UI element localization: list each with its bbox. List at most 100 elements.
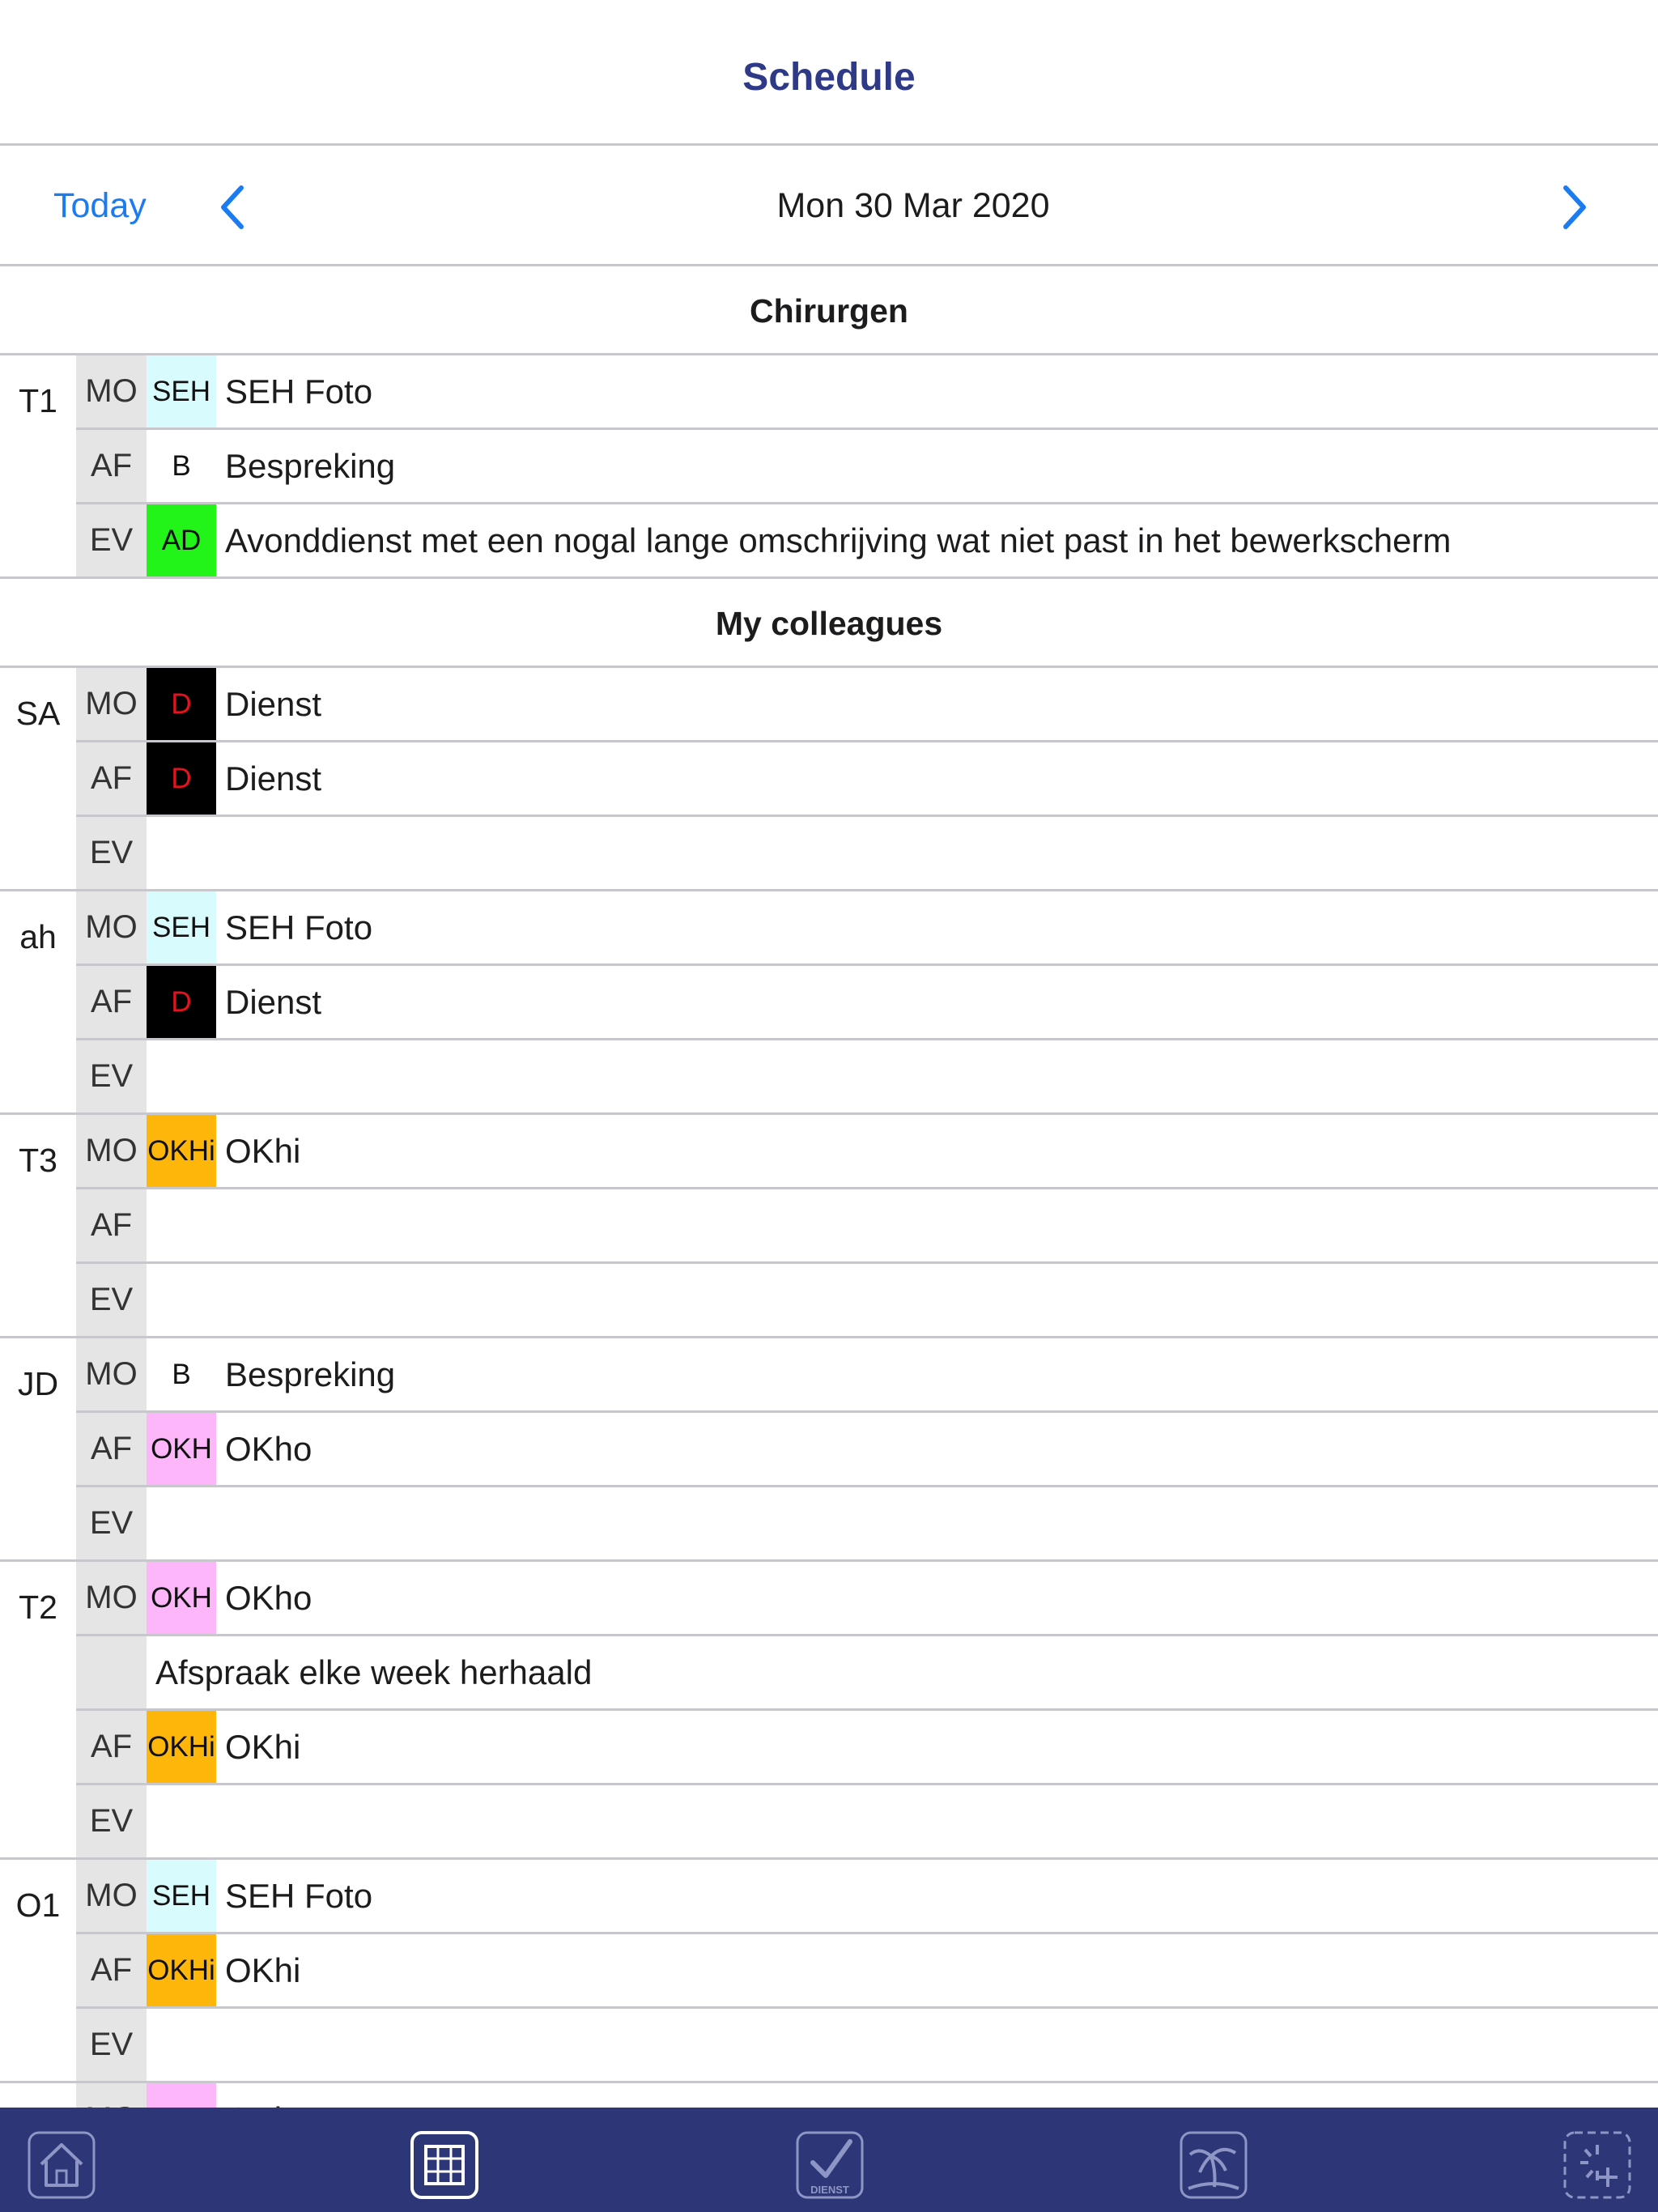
- day-part-label: EV: [76, 817, 147, 889]
- shift-row[interactable]: MOOKHOKho: [76, 1562, 1658, 1636]
- shift-code-badge: SEH: [147, 1860, 216, 1932]
- shift-description: OKho: [225, 1579, 312, 1617]
- day-part-label: MO: [76, 355, 147, 428]
- vacation-tab[interactable]: [1179, 2130, 1248, 2200]
- add-event-tab[interactable]: [1562, 2130, 1632, 2200]
- shift-description: [216, 817, 225, 889]
- person-initials: ah: [19, 918, 57, 955]
- shift-code-badge: B: [147, 430, 216, 502]
- home-tab[interactable]: [27, 2130, 96, 2200]
- day-part-label: AF: [76, 1413, 147, 1485]
- grid-icon: [410, 2131, 478, 2199]
- shift-code-badge: SEH: [147, 355, 216, 428]
- day-part-label: MO: [76, 668, 147, 740]
- date-navigation-bar: Today Mon 30 Mar 2020: [0, 146, 1658, 266]
- person-initials: T2: [19, 1589, 57, 1626]
- appointment-note: Afspraak elke week herhaald: [155, 1653, 593, 1691]
- shift-code-badge: [147, 817, 216, 889]
- shift-description: OKhi: [225, 1951, 301, 1989]
- shift-code-badge: D: [147, 668, 216, 740]
- shift-code-badge: OKHi: [147, 1711, 216, 1783]
- shift-row[interactable]: EV: [76, 817, 1658, 889]
- shift-code-badge: [147, 1487, 216, 1559]
- shift-code-badge: D: [147, 742, 216, 815]
- sparkle-add-icon: [1563, 2131, 1631, 2199]
- day-part-label: EV: [76, 1264, 147, 1336]
- shift-row[interactable]: EV: [76, 1785, 1658, 1857]
- shift-description: Bespreking: [225, 447, 396, 485]
- shift-row[interactable]: AF B Bespreking: [76, 430, 1658, 504]
- palm-tree-icon: [1180, 2131, 1248, 2199]
- person-initials: T3: [19, 1142, 57, 1179]
- shift-code-badge: OKHi: [147, 1934, 216, 2006]
- person-initials: SA: [15, 695, 61, 732]
- shift-row[interactable]: AF: [76, 1189, 1658, 1264]
- shift-row[interactable]: AF D Dienst: [76, 966, 1658, 1040]
- shift-description: OKho: [225, 1430, 312, 1468]
- day-part-label: EV: [76, 504, 147, 576]
- shift-description: OKhi: [225, 1728, 301, 1766]
- shift-row[interactable]: AF D Dienst: [76, 742, 1658, 817]
- shift-description: SEH Foto: [225, 908, 373, 946]
- shift-code-badge: [147, 2009, 216, 2081]
- shift-description: Avonddienst met een nogal lange omschrij…: [225, 521, 1452, 559]
- day-part-label: MO: [76, 1562, 147, 1634]
- shift-code-badge: SEH: [147, 891, 216, 963]
- day-part-label: EV: [76, 1785, 147, 1857]
- shift-code-badge: OKH: [147, 1562, 216, 1634]
- shift-row[interactable]: MO B Bespreking: [76, 1338, 1658, 1413]
- shift-code-badge: D: [147, 966, 216, 1038]
- day-part-label: MO: [76, 1115, 147, 1187]
- shift-row[interactable]: MO SEH SEH Foto: [76, 891, 1658, 966]
- shift-row[interactable]: MO SEH SEH Foto: [76, 1860, 1658, 1934]
- home-icon: [28, 2131, 96, 2199]
- shift-row[interactable]: EV: [76, 1264, 1658, 1336]
- shift-description: Bespreking: [225, 1355, 396, 1393]
- shift-code-badge: [147, 1189, 216, 1261]
- shift-row[interactable]: EV: [76, 1040, 1658, 1112]
- shift-row[interactable]: AF OKH OKho: [76, 1413, 1658, 1487]
- dienst-check-icon: DIENST: [796, 2131, 864, 2199]
- day-part-label: [76, 1636, 147, 1708]
- day-part-label: AF: [76, 742, 147, 815]
- shift-row[interactable]: MO OKHi OKhi: [76, 1115, 1658, 1189]
- shift-row[interactable]: EV AD Avonddienst met een nogal lange omsc…: [76, 504, 1658, 576]
- day-part-label: AF: [76, 966, 147, 1038]
- person-group: O1 MO SEH SEH Foto AF OKHi OKhi EV: [0, 1860, 1658, 2083]
- person-group: SA MO D Dienst AF D Dienst EV: [0, 668, 1658, 891]
- shift-row[interactable]: EV: [76, 1487, 1658, 1559]
- dienst-tab[interactable]: DIENST: [795, 2130, 865, 2200]
- appointment-note-row[interactable]: Afspraak elke week herhaald: [76, 1636, 1658, 1711]
- shift-code-badge: OKHi: [147, 1115, 216, 1187]
- tab-bar: DIENST: [0, 2108, 1658, 2212]
- shift-description: [216, 1487, 225, 1559]
- person-group: T2 MO OKH OKho Afspraak elke week herhaald AF…: [0, 1562, 1658, 1860]
- shift-row[interactable]: MO SEH SEH Foto: [76, 355, 1658, 430]
- shift-row[interactable]: AF OKHi OKhi: [76, 1711, 1658, 1785]
- day-part-label: AF: [76, 1189, 147, 1261]
- shift-row[interactable]: AF OKHi OKhi: [76, 1934, 1658, 2009]
- section-heading: My colleagues: [0, 579, 1658, 668]
- current-date: Mon 30 Mar 2020: [776, 186, 1050, 225]
- next-day-button[interactable]: [1558, 183, 1590, 232]
- person-group: ah MO SEH SEH Foto AF D Dienst EV: [0, 891, 1658, 1115]
- day-part-label: EV: [76, 2009, 147, 2081]
- shift-code-badge: [147, 1785, 216, 1857]
- schedule-tab[interactable]: [410, 2130, 479, 2200]
- shift-description: [216, 1264, 225, 1336]
- shift-description: OKhi: [225, 1132, 301, 1170]
- day-part-label: MO: [76, 891, 147, 963]
- person-initials: JD: [17, 1365, 59, 1402]
- shift-description: SEH Foto: [225, 372, 373, 410]
- shift-description: [216, 1785, 225, 1857]
- chevron-right-icon: [1563, 185, 1586, 229]
- shift-description: Dienst: [225, 759, 322, 798]
- day-part-label: EV: [76, 1487, 147, 1559]
- shift-description: Dienst: [225, 685, 322, 723]
- day-part-label: EV: [76, 1040, 147, 1112]
- schedule-list[interactable]: Chirurgen T1 MO SEH SEH Foto AF B Bespreking EV A…: [0, 266, 1658, 2155]
- shift-row[interactable]: EV: [76, 2009, 1658, 2081]
- shift-description: [216, 2009, 225, 2081]
- shift-row[interactable]: MO D Dienst: [76, 668, 1658, 742]
- person-group: T3 MO OKHi OKhi AF EV: [0, 1115, 1658, 1338]
